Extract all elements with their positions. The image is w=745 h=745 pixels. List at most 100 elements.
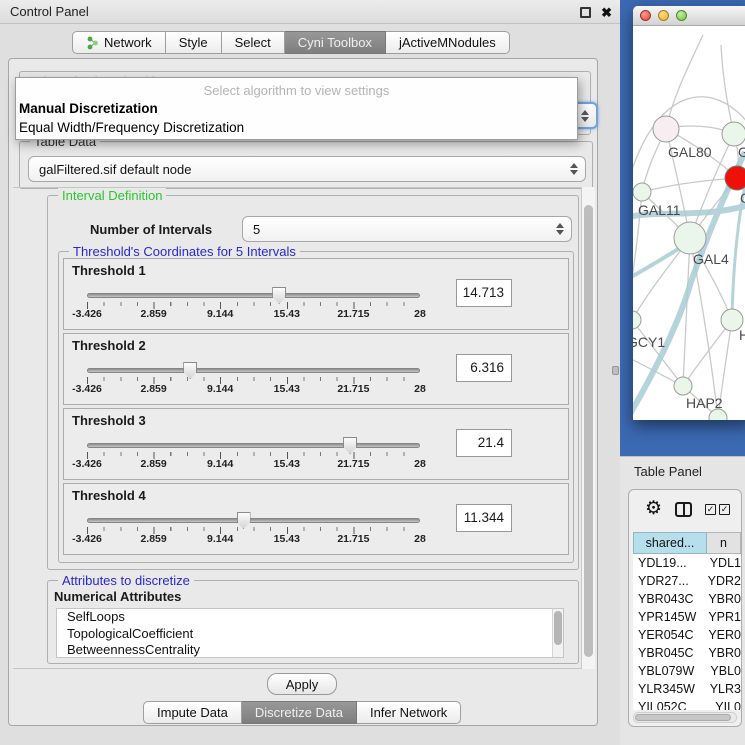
network-canvas[interactable]: GAL80 GA C GAL11 GAL4 GCY1 H HAP2	[633, 27, 745, 420]
cell[interactable]: YBL079W	[633, 662, 700, 680]
list-scrollbar[interactable]	[552, 609, 563, 657]
combo-stepper-icon	[570, 157, 578, 181]
cell[interactable]: YBR043C	[633, 590, 698, 608]
cell[interactable]: YIL0	[705, 698, 741, 710]
splitter-handle[interactable]	[612, 366, 619, 375]
close-icon[interactable]: ✖	[601, 7, 612, 18]
column-header-shared-name[interactable]: shared...	[633, 532, 707, 554]
table-row[interactable]: YDR27...YDR2	[633, 572, 741, 590]
table-row[interactable]: YBR045CYBR0	[633, 644, 741, 662]
table-row[interactable]: YBR043CYBR0	[633, 590, 741, 608]
cell[interactable]: YER054C	[633, 626, 698, 644]
table-row[interactable]: YLR345WYLR3	[633, 680, 741, 698]
gear-icon[interactable]: ⚙	[645, 499, 662, 519]
tick-label: 2.859	[140, 533, 166, 545]
slider-track[interactable]	[87, 518, 420, 523]
float-window-icon[interactable]	[580, 7, 591, 18]
table-row[interactable]: YBL079WYBL0	[633, 662, 741, 680]
numerical-attributes-list[interactable]: SelfLoops TopologicalCoefficient Between…	[56, 608, 564, 658]
node-label: GAL4	[693, 251, 729, 267]
table-row[interactable]: YPR145WYPR1	[633, 608, 741, 626]
table-row[interactable]: YER054CYER0	[633, 626, 741, 644]
cell[interactable]: YER0	[698, 626, 741, 644]
cell[interactable]: YPR1	[698, 608, 741, 626]
column-view-icon[interactable]	[675, 502, 692, 517]
checkbox-icon[interactable]: ✓	[719, 504, 730, 515]
cell[interactable]: YBR0	[698, 590, 741, 608]
cell[interactable]: YBR0	[698, 644, 741, 662]
tab-style[interactable]: Style	[166, 31, 222, 54]
cell[interactable]: YDR27...	[633, 572, 698, 590]
list-item[interactable]: BetweennessCentrality	[57, 642, 563, 658]
scrollbar-thumb[interactable]	[554, 611, 562, 645]
tab-impute-data[interactable]: Impute Data	[143, 701, 242, 724]
scrollbar-thumb[interactable]	[584, 205, 593, 657]
window-close-icon[interactable]	[640, 10, 651, 21]
tab-discretize-data[interactable]: Discretize Data	[242, 701, 357, 724]
node-gal80[interactable]	[653, 116, 679, 142]
node-gal4[interactable]	[674, 222, 706, 254]
cell[interactable]: YDR2	[698, 572, 741, 590]
tab-infer-network[interactable]: Infer Network	[357, 701, 461, 724]
slider-track[interactable]	[87, 443, 420, 448]
window-minimize-icon[interactable]	[658, 10, 669, 21]
threshold-3-slider[interactable]: -3.426 2.859 9.144 15.43 21.715 28	[87, 443, 420, 469]
cell[interactable]: YBR045C	[633, 644, 698, 662]
tab-network[interactable]: Network	[72, 31, 166, 54]
apply-button[interactable]: Apply	[267, 673, 337, 695]
threshold-4-slider[interactable]: -3.426 2.859 9.144 15.43 21.715 28	[87, 518, 420, 544]
list-item[interactable]: TopologicalCoefficient	[57, 626, 563, 643]
tab-jactivemnodules[interactable]: jActiveMNodules	[386, 31, 510, 54]
column-header-name[interactable]: n	[707, 532, 741, 554]
tick-label: 21.715	[337, 458, 369, 470]
group-title: Interval Definition	[58, 188, 166, 203]
node-partial-top-right[interactable]	[722, 122, 745, 146]
threshold-2-slider[interactable]: -3.426 2.859 9.144 15.43 21.715 28	[87, 368, 420, 394]
node-gal11[interactable]	[633, 183, 651, 201]
tab-label: Network	[104, 35, 152, 50]
tick-label: 2.859	[140, 458, 166, 470]
node-highlighted[interactable]	[725, 166, 745, 190]
numerical-attributes-label: Numerical Attributes	[54, 589, 181, 604]
table-row[interactable]: YIL052CYIL0	[633, 698, 741, 710]
cell[interactable]: YLR345W	[633, 680, 700, 698]
cell[interactable]: YIL052C	[633, 698, 705, 710]
node-label: HAP2	[686, 395, 723, 411]
vertical-scrollbar[interactable]	[581, 187, 595, 669]
cell[interactable]: YPR145W	[633, 608, 698, 626]
network-window[interactable]: GAL80 GA C GAL11 GAL4 GCY1 H HAP2	[633, 6, 745, 420]
table-data-combobox[interactable]: galFiltered.sif default node	[28, 156, 586, 182]
table-row[interactable]: YDL19...YDL1	[633, 554, 741, 572]
list-item[interactable]: SelfLoops	[57, 609, 563, 626]
scrollbar-thumb[interactable]	[635, 714, 731, 721]
threshold-3-value-field[interactable]: 21.4	[456, 429, 512, 457]
threshold-4-value-field[interactable]: 11.344	[456, 504, 512, 532]
number-of-intervals-label: Number of Intervals	[90, 222, 212, 237]
table-header-row: shared... n	[633, 532, 741, 554]
slider-track[interactable]	[87, 368, 420, 373]
network-window-titlebar[interactable]	[633, 6, 745, 26]
threshold-1-slider[interactable]: -3.426 2.859 9.144 15.43 21.715 28	[87, 293, 420, 319]
cell[interactable]: YBL0	[700, 662, 741, 680]
node-table: shared... n YDL19...YDL1 YDR27...YDR2 YB…	[633, 532, 741, 710]
cell[interactable]: YDL19...	[633, 554, 700, 572]
horizontal-scrollbar[interactable]	[633, 712, 737, 723]
tab-cyni-toolbox[interactable]: Cyni Toolbox	[285, 31, 386, 54]
node-gcy1[interactable]	[633, 311, 641, 329]
cell[interactable]: YDL1	[700, 554, 741, 572]
attributes-to-discretize-group: Attributes to discretize Numerical Attri…	[47, 580, 579, 664]
network-view-background: GAL80 GA C GAL11 GAL4 GCY1 H HAP2	[620, 0, 745, 456]
cell[interactable]: YLR3	[700, 680, 741, 698]
node-hap2[interactable]	[674, 377, 692, 395]
threshold-2-value-field[interactable]: 6.316	[456, 354, 512, 382]
slider-track[interactable]	[87, 293, 420, 298]
tab-select[interactable]: Select	[222, 31, 285, 54]
checkbox-icon[interactable]: ✓	[705, 504, 716, 515]
dropdown-option-manual-discretization[interactable]: Manual Discretization	[19, 101, 158, 116]
number-of-intervals-combobox[interactable]: 5	[242, 216, 572, 242]
threshold-1-value-field[interactable]: 14.713	[456, 279, 512, 307]
dropdown-option-equal-width-frequency[interactable]: Equal Width/Frequency Discretization	[19, 120, 244, 135]
window-zoom-icon[interactable]	[676, 10, 687, 21]
tab-label: jActiveMNodules	[399, 35, 496, 50]
tab-label: Style	[179, 35, 208, 50]
